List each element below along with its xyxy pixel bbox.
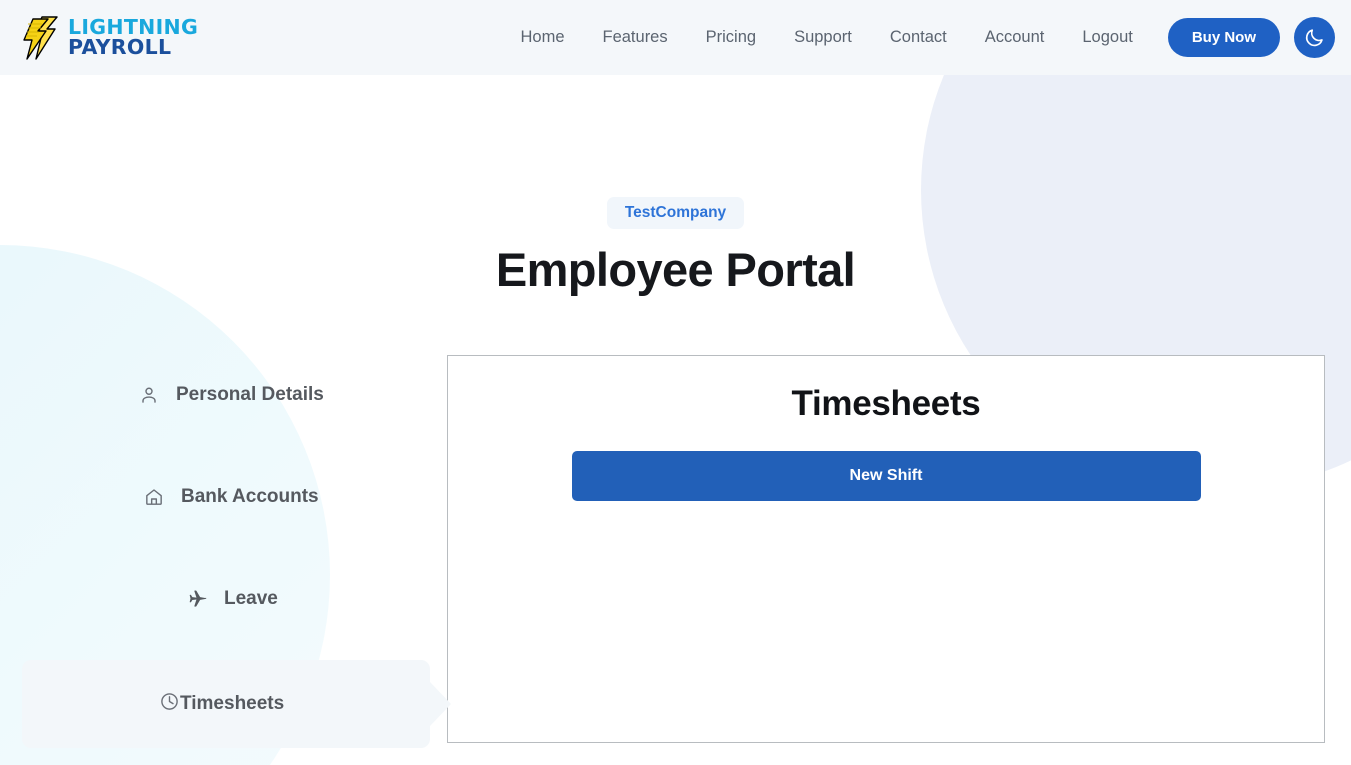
sidebar-item-label: Leave [224, 588, 278, 609]
logo[interactable]: LIGHTNING PAYROLL [22, 15, 198, 61]
theme-toggle-button[interactable] [1294, 17, 1335, 58]
new-shift-button[interactable]: New Shift [571, 451, 1201, 501]
site-header: LIGHTNING PAYROLL Home Features Pricing … [0, 0, 1351, 75]
portal-sidebar: Personal Details Bank Accounts Leave Tim… [0, 355, 447, 748]
sidebar-item-label: Personal Details [176, 384, 324, 405]
home-icon [143, 486, 165, 508]
main-navigation: Home Features Pricing Support Contact Ac… [501, 17, 1335, 58]
sidebar-item-leave[interactable]: Leave [0, 555, 447, 643]
logo-line-payroll: PAYROLL [68, 34, 172, 59]
moon-icon [1305, 29, 1323, 47]
lightning-bolt-icon [23, 15, 58, 60]
employee-portal-page: LIGHTNING PAYROLL Home Features Pricing … [0, 0, 1351, 765]
nav-link-home[interactable]: Home [501, 22, 583, 53]
airplane-icon [186, 588, 208, 610]
company-badge: TestCompany [606, 197, 745, 229]
sidebar-item-timesheets[interactable]: Timesheets [22, 660, 430, 748]
clock-icon [159, 691, 180, 718]
panel-title: Timesheets [791, 384, 981, 423]
nav-link-features[interactable]: Features [584, 22, 687, 53]
sidebar-item-bank-accounts[interactable]: Bank Accounts [0, 453, 447, 541]
buy-now-button[interactable]: Buy Now [1167, 18, 1280, 57]
nav-link-support[interactable]: Support [775, 22, 871, 53]
person-icon [138, 384, 160, 406]
nav-link-logout[interactable]: Logout [1063, 22, 1151, 53]
logo-wordmark: LIGHTNING PAYROLL [68, 16, 198, 59]
timesheets-panel: Timesheets New Shift [447, 355, 1325, 743]
sidebar-item-label: Timesheets [180, 693, 285, 714]
nav-link-pricing[interactable]: Pricing [687, 22, 775, 53]
nav-link-account[interactable]: Account [966, 22, 1064, 53]
page-title: Employee Portal [495, 243, 856, 296]
sidebar-item-label: Bank Accounts [181, 486, 319, 507]
hero-section: TestCompany Employee Portal [0, 75, 1351, 297]
nav-link-contact[interactable]: Contact [871, 22, 966, 53]
sidebar-item-personal-details[interactable]: Personal Details [0, 351, 447, 439]
